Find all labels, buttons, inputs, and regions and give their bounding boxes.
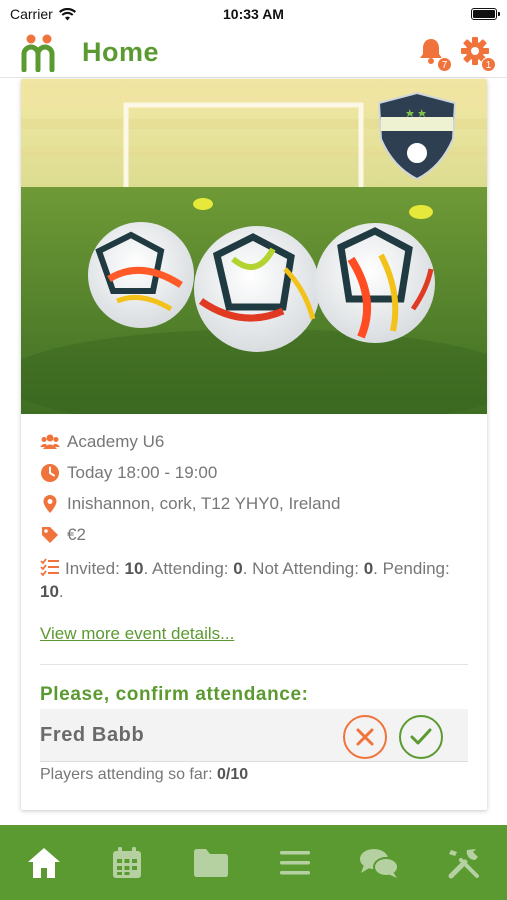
decline-button[interactable] <box>343 715 387 759</box>
tab-tools[interactable] <box>444 843 484 883</box>
not-attending-label: . Not Attending: <box>242 559 364 578</box>
stats-end: . <box>58 582 64 601</box>
players-attending-value: 0/10 <box>216 766 249 783</box>
player-name: Fred Babb <box>40 724 145 746</box>
notifications-badge: 7 <box>437 57 452 72</box>
pending-label: . Pending: <box>373 559 450 578</box>
home-icon <box>28 848 60 878</box>
price-tag-icon <box>42 527 58 543</box>
attending-label: . Attending: <box>143 559 234 578</box>
settings-button[interactable]: 1 <box>460 36 496 72</box>
event-team-row: Academy U6 <box>40 432 164 452</box>
clock-icon <box>41 464 59 482</box>
view-event-details-link[interactable]: View more event details... <box>40 624 234 644</box>
confirm-attendance-title: Please, confirm attendance: <box>40 684 309 705</box>
tab-menu[interactable] <box>275 843 315 883</box>
check-icon <box>410 728 432 745</box>
not-attending-count: 0 <box>363 559 374 578</box>
event-team: Academy U6 <box>67 432 165 451</box>
ball-graphic <box>88 222 194 328</box>
tools-icon <box>448 849 479 879</box>
event-attendance-stats: Invited: 10. Attending: 0. Not Attending… <box>40 557 460 603</box>
menu-icon <box>280 851 310 875</box>
page-title: Home <box>82 37 160 67</box>
settings-badge: 1 <box>481 57 496 72</box>
players-attending-label: Players attending so far: <box>40 766 217 783</box>
bottom-tab-bar <box>0 825 507 900</box>
invited-count: 10 <box>124 559 144 578</box>
event-time-row: Today 18:00 - 19:00 <box>40 463 217 483</box>
event-price: €2 <box>67 525 86 544</box>
attending-count: 0 <box>233 559 243 578</box>
group-icon <box>40 434 60 449</box>
checklist-icon <box>40 558 59 577</box>
battery-icon <box>471 8 500 20</box>
app-logo <box>21 34 55 72</box>
status-bar: Carrier 10:33 AM <box>0 0 507 28</box>
event-price-row: €2 <box>40 525 86 545</box>
event-cover-image <box>21 79 487 414</box>
divider <box>40 664 468 665</box>
chat-icon <box>360 849 399 878</box>
accept-button[interactable] <box>399 715 443 759</box>
player-row: Fred Babb <box>40 709 468 762</box>
event-location-row: Inishannon, cork, T12 YHY0, Ireland <box>40 494 340 514</box>
tab-home[interactable] <box>24 843 64 883</box>
players-attending-summary: Players attending so far: 0/10 <box>40 766 248 784</box>
app-header: Home 7 1 <box>0 28 507 78</box>
close-icon <box>356 728 374 746</box>
event-time: Today 18:00 - 19:00 <box>67 463 218 482</box>
tab-calendar[interactable] <box>107 843 147 883</box>
event-location: Inishannon, cork, T12 YHY0, Ireland <box>67 494 341 513</box>
event-card: Academy U6 Today 18:00 - 19:00 Inishanno… <box>21 79 487 810</box>
tab-folders[interactable] <box>191 843 231 883</box>
location-pin-icon <box>43 495 57 513</box>
folder-icon <box>194 849 228 877</box>
tab-chat[interactable] <box>359 843 399 883</box>
pending-count: 10 <box>40 582 59 601</box>
invited-label: Invited: <box>65 559 125 578</box>
status-time: 10:33 AM <box>223 6 284 22</box>
notifications-button[interactable]: 7 <box>416 36 452 72</box>
calendar-icon <box>113 847 141 878</box>
